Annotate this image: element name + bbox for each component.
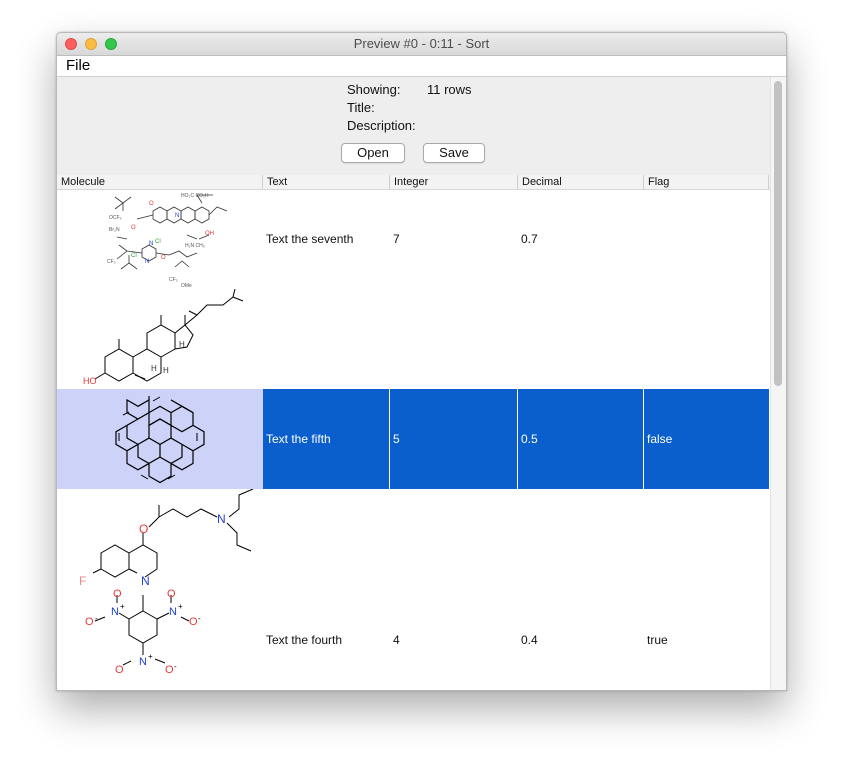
showing-label: Showing: xyxy=(347,82,401,97)
table-row[interactable]: OCF₃ Br₂N HO₂C CO₂H H₂N CH₃ CF₃ OMe CF₃ … xyxy=(57,189,770,289)
column-header-molecule[interactable]: Molecule xyxy=(57,175,263,189)
svg-text:Cl: Cl xyxy=(131,253,137,259)
trinitrotoluene-structure: N N N O O O O O O + + + - - - xyxy=(85,589,201,676)
decimal-cell[interactable]: 0.7 xyxy=(518,189,644,289)
svg-text:OH: OH xyxy=(205,231,214,237)
info-panel: Showing: 11 rows Title: Description: xyxy=(57,77,770,175)
table-row-selected[interactable]: Text the fifth 5 0.5 false xyxy=(57,389,770,489)
hydrogen-label: H xyxy=(151,364,157,373)
svg-text:Br₂N: Br₂N xyxy=(109,227,120,233)
title-bar[interactable]: Preview #0 - 0:11 - Sort xyxy=(57,33,786,56)
svg-text:N: N xyxy=(175,213,179,219)
svg-text:O: O xyxy=(131,225,136,231)
nitrogen-label: N xyxy=(217,512,226,526)
integer-cell[interactable]: 5 xyxy=(390,389,518,489)
svg-text:OCF₃: OCF₃ xyxy=(109,215,122,221)
svg-text:O: O xyxy=(161,255,166,261)
charge-minus-label: - xyxy=(174,662,177,671)
oxygen-label: O xyxy=(139,522,148,536)
svg-text:N: N xyxy=(149,241,153,247)
integer-cell[interactable]: 4 xyxy=(390,589,518,690)
svg-text:CF₃: CF₃ xyxy=(107,259,116,265)
column-header-integer[interactable]: Integer xyxy=(390,175,518,189)
svg-text:CF₃: CF₃ xyxy=(169,277,178,283)
svg-text:HO₂C CO₂H: HO₂C CO₂H xyxy=(181,193,209,199)
nitro-nitrogen-label: N xyxy=(111,606,119,618)
text-cell[interactable]: Text the seventh xyxy=(263,189,390,289)
flag-cell[interactable]: true xyxy=(644,589,770,690)
charge-plus-label: + xyxy=(148,652,153,661)
nitro-oxygen-label: O xyxy=(189,616,198,628)
fluoroquinoline-structure: O N N F xyxy=(79,489,254,588)
decimal-cell[interactable]: 0.4 xyxy=(518,589,644,690)
table-row[interactable]: O N N F xyxy=(57,489,770,589)
svg-text:H₂N CH₃: H₂N CH₃ xyxy=(185,243,205,249)
showing-value: 11 rows xyxy=(427,82,472,97)
nitro-oxygen-label: O xyxy=(165,664,174,676)
charge-minus-label: - xyxy=(198,614,201,623)
molecule-cell: O N N F xyxy=(57,489,263,589)
charge-plus-label: + xyxy=(120,602,125,611)
description-label: Description: xyxy=(347,118,416,133)
table-header: Molecule Text Integer Decimal Flag xyxy=(57,175,770,190)
text-cell[interactable]: Text the fifth xyxy=(263,389,390,489)
integer-cell[interactable] xyxy=(390,289,518,389)
flag-cell[interactable] xyxy=(644,189,770,289)
coronene-structure xyxy=(115,395,205,484)
flag-cell[interactable] xyxy=(644,289,770,389)
nitro-oxygen-label: O xyxy=(167,589,176,600)
complex-molecule-structure: OCF₃ Br₂N HO₂C CO₂H H₂N CH₃ CF₃ OMe CF₃ … xyxy=(107,193,228,289)
molecule-cell xyxy=(57,389,263,489)
hydrogen-label: H xyxy=(179,340,185,349)
text-cell[interactable] xyxy=(263,489,390,589)
column-header-text[interactable]: Text xyxy=(263,175,390,189)
preview-window: Preview #0 - 0:11 - Sort File Showing: 1… xyxy=(56,32,787,691)
nitro-oxygen-label: O xyxy=(113,589,122,600)
title-label: Title: xyxy=(347,100,375,115)
menu-file[interactable]: File xyxy=(66,57,90,74)
svg-text:Cl: Cl xyxy=(155,239,161,245)
svg-text:O: O xyxy=(149,201,154,207)
nitro-nitrogen-label: N xyxy=(169,606,177,618)
decimal-cell[interactable] xyxy=(518,289,644,389)
charge-minus-label: - xyxy=(95,614,98,623)
hydroxyl-label: HO xyxy=(83,376,97,386)
decimal-cell[interactable] xyxy=(518,489,644,589)
nitro-oxygen-label: O xyxy=(85,616,94,628)
molecule-cell: HO H H H xyxy=(57,289,263,389)
svg-text:N: N xyxy=(145,259,149,265)
fluorine-label: F xyxy=(79,574,86,588)
integer-cell[interactable]: 7 xyxy=(390,189,518,289)
flag-cell[interactable] xyxy=(644,489,770,589)
nitro-oxygen-label: O xyxy=(115,664,124,676)
save-button[interactable]: Save xyxy=(423,143,485,163)
column-header-decimal[interactable]: Decimal xyxy=(518,175,644,189)
integer-cell[interactable] xyxy=(390,489,518,589)
nitrogen-label: N xyxy=(141,574,150,588)
molecule-cell: N N N O O O O O O + + + - - - xyxy=(57,589,263,690)
open-button[interactable]: Open xyxy=(341,143,405,163)
hydrogen-label: H xyxy=(163,366,169,375)
window-title: Preview #0 - 0:11 - Sort xyxy=(353,36,490,51)
table-row[interactable]: N N N O O O O O O + + + - - - Text the f… xyxy=(57,589,770,690)
molecule-cell: OCF₃ Br₂N HO₂C CO₂H H₂N CH₃ CF₃ OMe CF₃ … xyxy=(57,189,263,289)
scrollbar-thumb[interactable] xyxy=(774,81,782,386)
cholesterol-structure: HO H H H xyxy=(83,289,244,386)
flag-cell[interactable]: false xyxy=(644,389,770,489)
menu-bar: File xyxy=(57,56,786,77)
decimal-cell[interactable]: 0.5 xyxy=(518,389,644,489)
charge-plus-label: + xyxy=(178,602,183,611)
text-cell[interactable] xyxy=(263,289,390,389)
nitro-nitrogen-label: N xyxy=(139,656,147,668)
vertical-scrollbar[interactable] xyxy=(770,77,786,690)
table-row[interactable]: HO H H H xyxy=(57,289,770,389)
text-cell[interactable]: Text the fourth xyxy=(263,589,390,690)
column-header-flag[interactable]: Flag xyxy=(644,175,769,189)
